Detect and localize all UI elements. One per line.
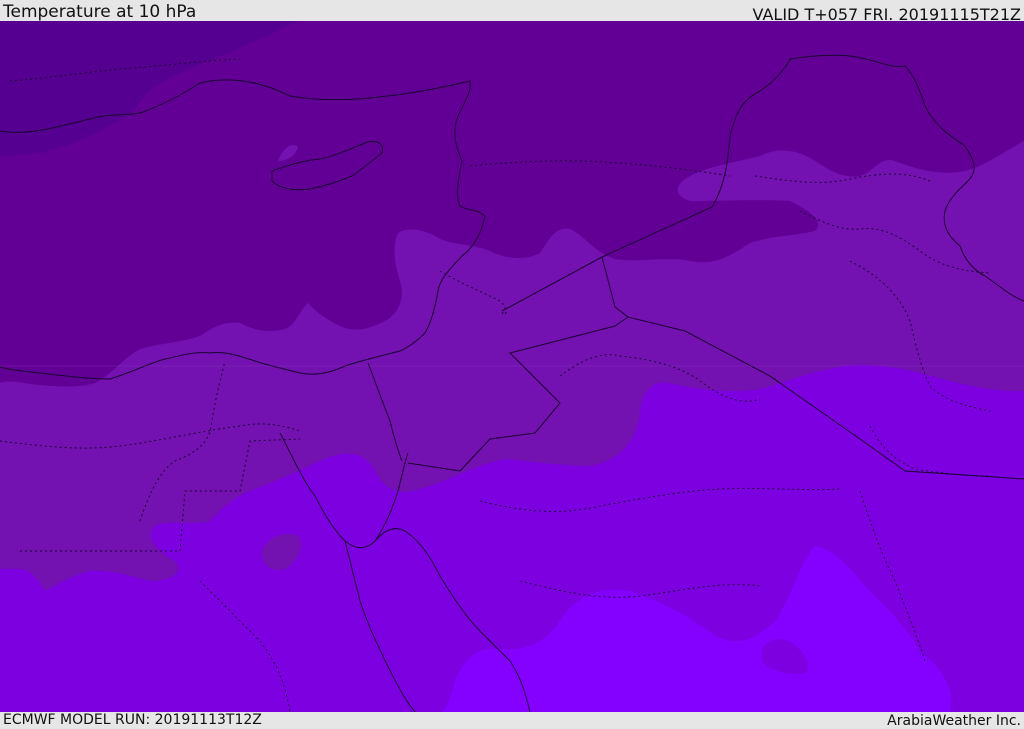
header-bar: Temperature at 10 hPa VALID T+057 FRI. 2… bbox=[0, 0, 1024, 24]
model-run-label: ECMWF MODEL RUN: 20191113T12Z bbox=[3, 712, 262, 728]
weather-map[interactable] bbox=[0, 21, 1024, 712]
credit-label: ArabiaWeather Inc. bbox=[887, 713, 1021, 729]
map-canvas bbox=[0, 21, 1024, 712]
footer-bar: ECMWF MODEL RUN: 20191113T12Z ArabiaWeat… bbox=[0, 712, 1024, 729]
map-title: Temperature at 10 hPa bbox=[3, 2, 197, 22]
